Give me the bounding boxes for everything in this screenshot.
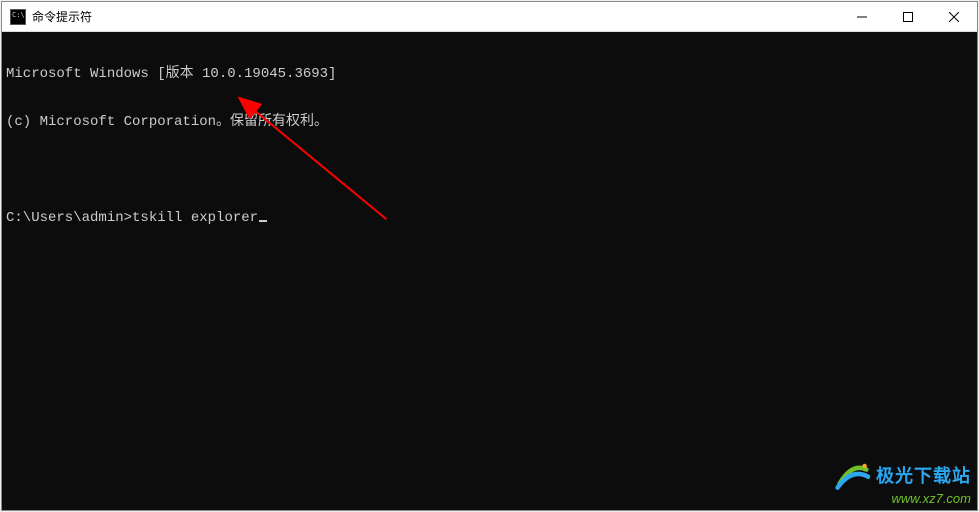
terminal-prompt-line: C:\Users\admin>tskill explorer	[6, 210, 973, 226]
terminal-line: Microsoft Windows [版本 10.0.19045.3693]	[6, 66, 973, 82]
close-icon	[949, 12, 959, 22]
cmd-icon	[10, 9, 26, 25]
terminal-cursor	[259, 220, 267, 222]
terminal-prompt: C:\Users\admin>	[6, 210, 132, 226]
annotation-arrow	[2, 32, 977, 510]
cmd-window: 命令提示符 Microsoft Windows [版本 10.0.19045.3…	[1, 1, 978, 511]
terminal-command: tskill explorer	[132, 210, 258, 226]
maximize-icon	[903, 12, 913, 22]
terminal-area[interactable]: Microsoft Windows [版本 10.0.19045.3693] (…	[2, 32, 977, 510]
titlebar[interactable]: 命令提示符	[2, 2, 977, 32]
minimize-icon	[857, 12, 867, 22]
terminal-blank-line	[6, 162, 973, 178]
window-title: 命令提示符	[32, 8, 92, 25]
terminal-line: (c) Microsoft Corporation。保留所有权利。	[6, 114, 973, 130]
maximize-button[interactable]	[885, 2, 931, 32]
minimize-button[interactable]	[839, 2, 885, 32]
close-button[interactable]	[931, 2, 977, 32]
